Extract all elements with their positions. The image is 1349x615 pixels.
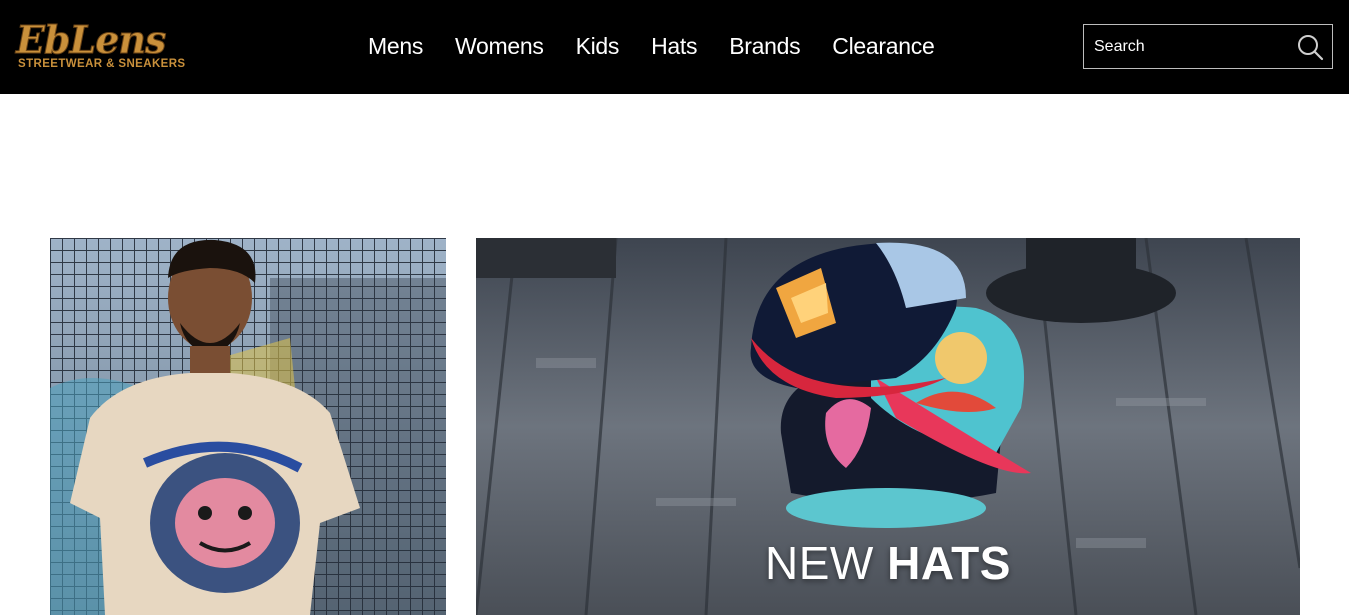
promo-caption-bold: HATS	[887, 537, 1011, 589]
nav-item-clearance[interactable]: Clearance	[816, 28, 950, 64]
site-logo[interactable]: EbLens STREETWEAR & SNEAKERS	[15, 17, 185, 74]
search-input[interactable]	[1084, 25, 1289, 68]
nav-item-kids[interactable]: Kids	[560, 28, 636, 64]
nav-item-brands[interactable]: Brands	[713, 28, 816, 64]
site-header: EbLens STREETWEAR & SNEAKERS Mens Womens…	[0, 0, 1349, 94]
nav-item-hats[interactable]: Hats	[635, 28, 713, 64]
new-hats-promo[interactable]: NEW HATS	[476, 238, 1300, 615]
logo-wordmark: EbLens	[15, 17, 166, 62]
mens-tee-promo-image	[50, 238, 446, 615]
logo-tagline: STREETWEAR & SNEAKERS	[18, 58, 186, 70]
search-icon[interactable]	[1296, 33, 1324, 61]
search-box	[1083, 24, 1333, 69]
mens-tee-promo[interactable]	[50, 238, 446, 615]
nav-item-mens[interactable]: Mens	[352, 28, 439, 64]
nav-item-womens[interactable]: Womens	[439, 28, 560, 64]
promo-caption: NEW HATS	[476, 536, 1300, 590]
promo-caption-light: NEW	[765, 537, 888, 589]
main-nav: Mens Womens Kids Hats Brands Clearance	[352, 28, 950, 64]
